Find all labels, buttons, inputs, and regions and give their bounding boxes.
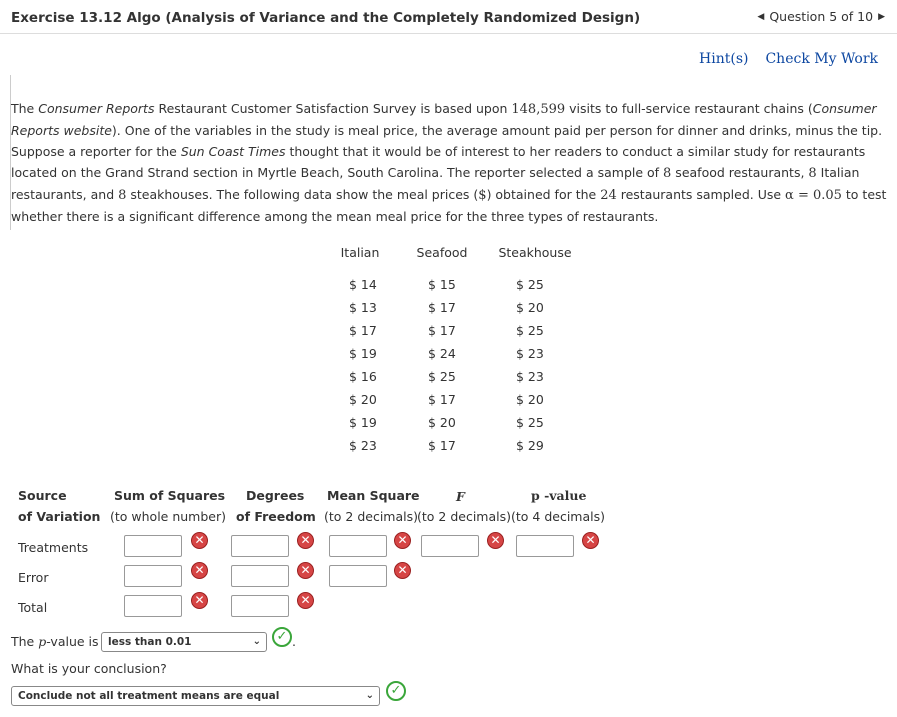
incorrect-icon: ✕ <box>394 532 411 549</box>
header-ss-precision: (to whole number) <box>110 509 226 524</box>
table-cell: $ 17 <box>349 323 377 338</box>
table-cell: $ 23 <box>516 346 544 361</box>
table-cell: $ 15 <box>428 277 456 292</box>
header-degrees: Degrees <box>246 488 305 503</box>
treatments-ss-input[interactable] <box>124 535 182 557</box>
problem-text: The Consumer Reports Restaurant Customer… <box>11 101 887 224</box>
header-source-2: of Variation <box>18 509 101 524</box>
row-label-error: Error <box>18 570 49 585</box>
question-counter: Question 5 of 10 <box>769 9 874 24</box>
incorrect-icon: ✕ <box>487 532 504 549</box>
incorrect-icon: ✕ <box>297 532 314 549</box>
treatments-f-input[interactable] <box>421 535 479 557</box>
incorrect-icon: ✕ <box>394 562 411 579</box>
conclusion-dropdown[interactable]: Conclude not all treatment means are equ… <box>11 686 380 706</box>
incorrect-icon: ✕ <box>582 532 599 549</box>
table-cell: $ 25 <box>516 277 544 292</box>
table-cell: $ 17 <box>428 392 456 407</box>
table-cell: $ 17 <box>428 438 456 453</box>
question-nav: ◀ Question 5 of 10 ▶ <box>757 9 885 24</box>
row-label-treatments: Treatments <box>18 540 89 555</box>
table-cell: $ 17 <box>428 323 456 338</box>
prev-question-icon[interactable]: ◀ <box>757 12 764 22</box>
conclusion-question: What is your conclusion? <box>11 661 167 676</box>
table-cell: $ 20 <box>516 300 544 315</box>
table-cell: $ 25 <box>428 369 456 384</box>
check-my-work-link[interactable]: Check My Work <box>765 51 878 67</box>
error-ms-input[interactable] <box>329 565 387 587</box>
table-cell: $ 20 <box>428 415 456 430</box>
column-header: Italian <box>340 245 380 260</box>
header-source: Source <box>18 488 67 503</box>
incorrect-icon: ✕ <box>191 592 208 609</box>
error-df-input[interactable] <box>231 565 289 587</box>
header-p-precision: (to 4 decimals) <box>511 509 605 524</box>
next-question-icon[interactable]: ▶ <box>878 12 885 22</box>
error-ss-input[interactable] <box>124 565 182 587</box>
table-cell: $ 19 <box>349 415 377 430</box>
period: . <box>292 634 296 649</box>
treatments-p-value-input[interactable] <box>516 535 574 557</box>
header-ms-precision: (to 2 decimals) <box>324 509 418 524</box>
table-cell: $ 29 <box>516 438 544 453</box>
table-cell: $ 23 <box>349 438 377 453</box>
column-header: Seafood <box>416 245 468 260</box>
header-freedom: of Freedom <box>236 509 316 524</box>
table-cell: $ 19 <box>349 346 377 361</box>
incorrect-icon: ✕ <box>191 532 208 549</box>
total-ss-input[interactable] <box>124 595 182 617</box>
treatments-df-input[interactable] <box>231 535 289 557</box>
header-f: F <box>456 489 465 504</box>
row-label-total: Total <box>18 600 48 615</box>
correct-icon: ✓ <box>386 681 406 701</box>
incorrect-icon: ✕ <box>297 592 314 609</box>
correct-icon: ✓ <box>272 627 292 647</box>
table-cell: $ 13 <box>349 300 377 315</box>
header-p-value: p -value <box>531 488 587 503</box>
treatments-ms-input[interactable] <box>329 535 387 557</box>
total-df-input[interactable] <box>231 595 289 617</box>
page-title: Exercise 13.12 Algo (Analysis of Varianc… <box>11 10 641 26</box>
header-bar: Exercise 13.12 Algo (Analysis of Varianc… <box>0 0 897 34</box>
chevron-down-icon: ⌄ <box>365 690 374 701</box>
column-steakhouse: Steakhouse $ 25 $ 20 $ 25 $ 23 $ 23 $ 20… <box>490 245 580 453</box>
column-seafood: Seafood $ 15 $ 17 $ 17 $ 24 $ 25 $ 17 $ … <box>397 245 487 453</box>
table-cell: $ 17 <box>428 300 456 315</box>
header-mean-square: Mean Square <box>327 488 420 503</box>
column-header: Steakhouse <box>498 245 572 260</box>
hint-bar: Hint(s) Check My Work <box>699 51 878 67</box>
table-cell: $ 16 <box>349 369 377 384</box>
table-cell: $ 25 <box>516 323 544 338</box>
incorrect-icon: ✕ <box>297 562 314 579</box>
table-cell: $ 23 <box>516 369 544 384</box>
table-cell: $ 20 <box>349 392 377 407</box>
incorrect-icon: ✕ <box>191 562 208 579</box>
column-italian: Italian $ 14 $ 13 $ 17 $ 19 $ 16 $ 20 $ … <box>315 245 405 453</box>
table-cell: $ 14 <box>349 277 377 292</box>
p-value-dropdown[interactable]: less than 0.01 ⌄ <box>101 632 267 652</box>
table-cell: $ 20 <box>516 392 544 407</box>
table-cell: $ 25 <box>516 415 544 430</box>
header-sum-of-squares: Sum of Squares <box>114 488 226 503</box>
p-value-statement: The p-value is <box>11 634 99 649</box>
table-cell: $ 24 <box>428 346 456 361</box>
chevron-down-icon: ⌄ <box>252 636 261 647</box>
header-f-precision: (to 2 decimals) <box>417 509 511 524</box>
hints-link[interactable]: Hint(s) <box>699 51 748 67</box>
